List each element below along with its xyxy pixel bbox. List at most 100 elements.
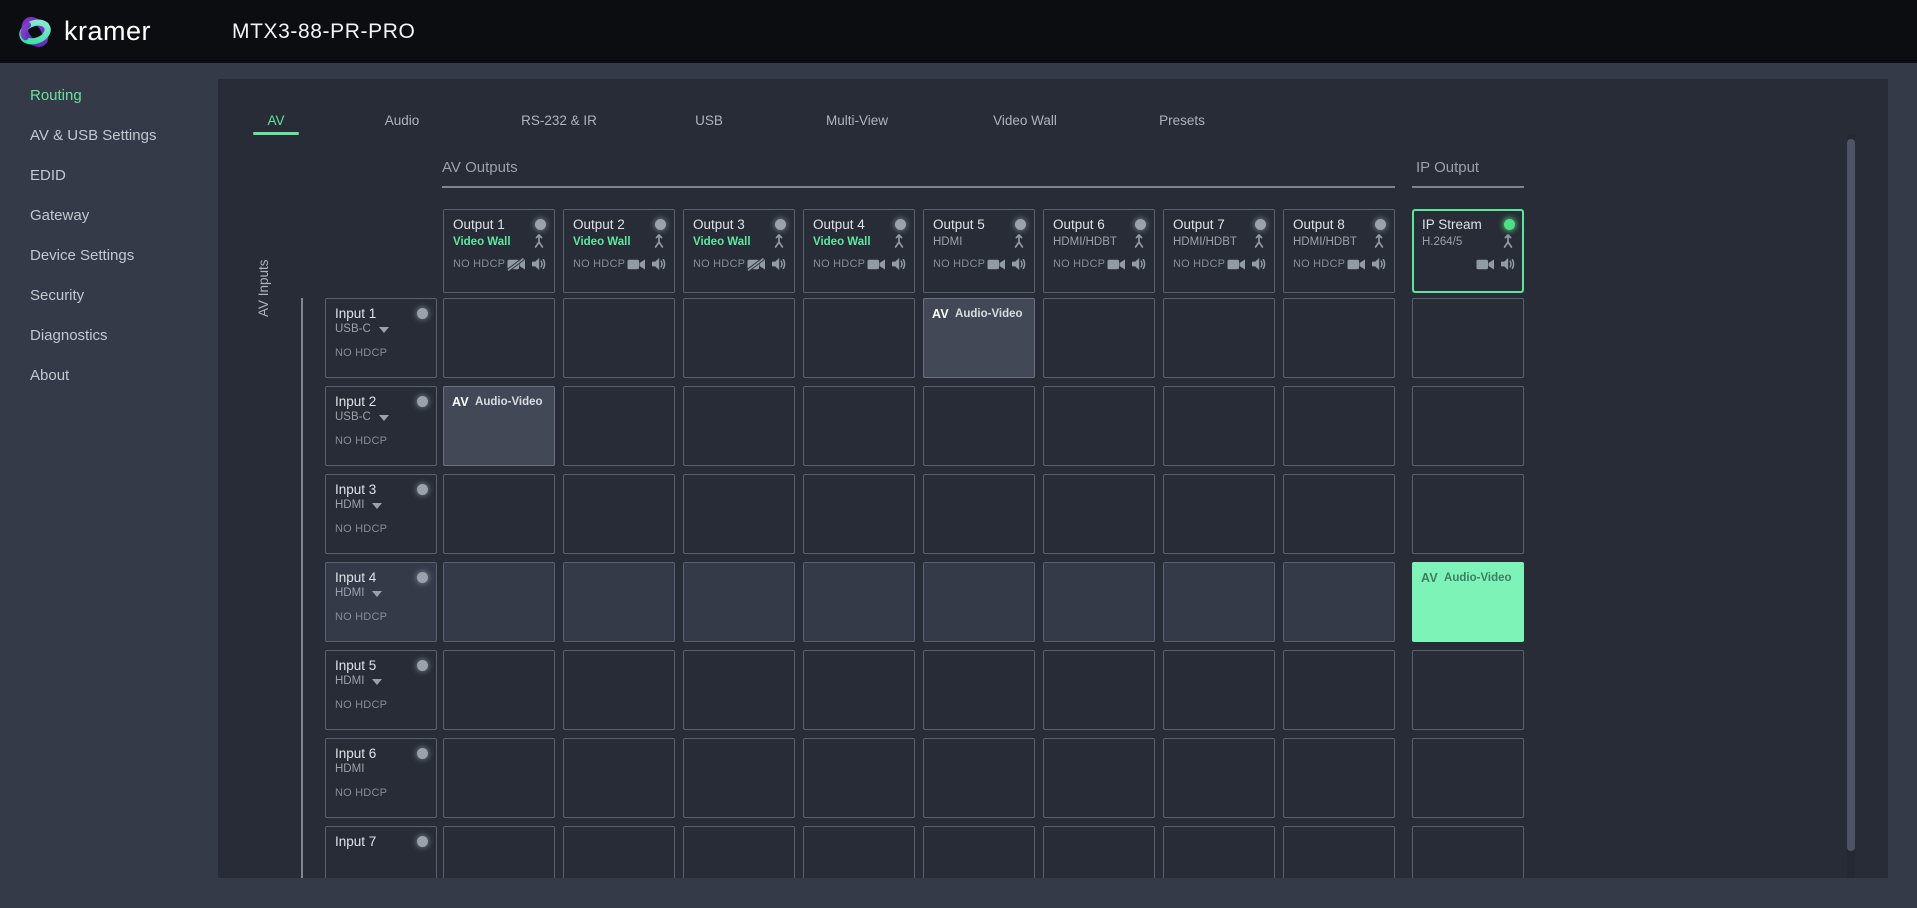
matrix-cell[interactable] (683, 298, 795, 378)
scrollbar-thumb[interactable] (1847, 139, 1855, 851)
matrix-cell-ip[interactable] (1412, 650, 1524, 730)
input-connector-select[interactable]: HDMI (335, 762, 428, 775)
audio-mute-toggle-icon[interactable] (1371, 257, 1386, 271)
matrix-cell[interactable] (1163, 298, 1275, 378)
matrix-cell[interactable] (563, 738, 675, 818)
matrix-cell[interactable] (923, 738, 1035, 818)
matrix-cell[interactable] (683, 474, 795, 554)
input-card[interactable]: Input 5 HDMI NO HDCP (325, 650, 437, 730)
matrix-cell[interactable] (443, 298, 555, 378)
matrix-cell[interactable] (683, 826, 795, 878)
tab-usb[interactable]: USB (695, 113, 723, 128)
matrix-cell[interactable] (803, 386, 915, 466)
matrix-cell[interactable] (443, 650, 555, 730)
tab-av[interactable]: AV (267, 113, 284, 128)
matrix-cell[interactable] (1163, 650, 1275, 730)
matrix-cell[interactable] (803, 474, 915, 554)
matrix-cell[interactable] (1283, 474, 1395, 554)
matrix-cell[interactable] (1283, 826, 1395, 878)
matrix-cell-ip[interactable] (1412, 298, 1524, 378)
output-card[interactable]: Output 8 HDMI/HDBT NO HDCP (1283, 209, 1395, 293)
matrix-cell[interactable] (1043, 650, 1155, 730)
output-card[interactable]: Output 7 HDMI/HDBT NO HDCP (1163, 209, 1275, 293)
matrix-cell[interactable] (1043, 298, 1155, 378)
matrix-cell[interactable] (1283, 738, 1395, 818)
matrix-cell[interactable] (1163, 826, 1275, 878)
video-mute-toggle-icon[interactable] (1107, 258, 1126, 271)
input-card[interactable]: Input 6 HDMI NO HDCP (325, 738, 437, 818)
output-card[interactable]: Output 1 Video Wall NO HDCP (443, 209, 555, 293)
matrix-cell[interactable] (803, 826, 915, 878)
matrix-cell[interactable] (1043, 826, 1155, 878)
tab-rs-232-ir[interactable]: RS-232 & IR (521, 113, 597, 128)
matrix-cell[interactable] (1043, 474, 1155, 554)
matrix-cell[interactable] (443, 738, 555, 818)
sidebar-item-diagnostics[interactable]: Diagnostics (0, 315, 218, 355)
matrix-cell[interactable] (443, 562, 555, 642)
matrix-cell[interactable] (803, 298, 915, 378)
video-mute-toggle-icon[interactable] (867, 258, 886, 271)
audio-mute-toggle-icon[interactable] (651, 257, 666, 271)
audio-mute-toggle-icon[interactable] (1251, 257, 1266, 271)
matrix-cell[interactable] (563, 474, 675, 554)
video-mute-toggle-icon[interactable] (987, 258, 1006, 271)
input-card[interactable]: Input 2 USB-C NO HDCP (325, 386, 437, 466)
matrix-cell[interactable] (1043, 386, 1155, 466)
audio-mute-toggle-icon[interactable] (771, 257, 786, 271)
matrix-cell[interactable] (1283, 562, 1395, 642)
matrix-cell[interactable] (923, 386, 1035, 466)
matrix-cell[interactable] (683, 738, 795, 818)
output-card[interactable]: Output 2 Video Wall NO HDCP (563, 209, 675, 293)
sidebar-item-av-usb-settings[interactable]: AV & USB Settings (0, 115, 218, 155)
matrix-cell[interactable] (563, 298, 675, 378)
sidebar-item-device-settings[interactable]: Device Settings (0, 235, 218, 275)
matrix-cell[interactable] (923, 562, 1035, 642)
matrix-cell[interactable] (803, 650, 915, 730)
video-mute-toggle-icon[interactable] (747, 258, 766, 271)
sidebar-item-routing[interactable]: Routing (0, 75, 218, 115)
matrix-cell[interactable] (1043, 562, 1155, 642)
routed-cell[interactable]: AVAudio-Video (443, 386, 555, 466)
matrix-cell[interactable] (1043, 738, 1155, 818)
matrix-cell[interactable] (563, 562, 675, 642)
video-mute-toggle-icon[interactable] (627, 258, 646, 271)
matrix-cell[interactable] (1163, 738, 1275, 818)
tab-presets[interactable]: Presets (1159, 113, 1205, 128)
matrix-cell[interactable] (803, 738, 915, 818)
matrix-cell[interactable] (683, 650, 795, 730)
input-connector-select[interactable]: USB-C (335, 322, 428, 335)
matrix-cell[interactable] (443, 826, 555, 878)
video-mute-toggle-icon[interactable] (1347, 258, 1366, 271)
matrix-cell[interactable] (1163, 562, 1275, 642)
audio-mute-toggle-icon[interactable] (1131, 257, 1146, 271)
active-route-cell[interactable]: AVAudio-Video (1412, 562, 1524, 642)
input-connector-select[interactable]: HDMI (335, 674, 428, 687)
matrix-cell[interactable] (563, 650, 675, 730)
video-mute-toggle-icon[interactable] (1227, 258, 1246, 271)
matrix-cell[interactable] (923, 474, 1035, 554)
matrix-cell[interactable] (1163, 386, 1275, 466)
matrix-cell[interactable] (563, 826, 675, 878)
tab-video-wall[interactable]: Video Wall (993, 113, 1057, 128)
matrix-cell[interactable] (803, 562, 915, 642)
tab-multi-view[interactable]: Multi-View (826, 113, 888, 128)
ip-stream-card[interactable]: IP Stream H.264/5 (1412, 209, 1524, 293)
input-card[interactable]: Input 3 HDMI NO HDCP (325, 474, 437, 554)
matrix-cell[interactable] (1163, 474, 1275, 554)
matrix-cell[interactable] (1283, 298, 1395, 378)
output-card[interactable]: Output 4 Video Wall NO HDCP (803, 209, 915, 293)
matrix-cell[interactable] (923, 826, 1035, 878)
audio-mute-toggle-icon[interactable] (531, 257, 546, 271)
matrix-cell[interactable] (563, 386, 675, 466)
matrix-cell[interactable] (443, 474, 555, 554)
matrix-cell[interactable] (683, 562, 795, 642)
matrix-cell-ip[interactable] (1412, 474, 1524, 554)
matrix-cell[interactable] (923, 650, 1035, 730)
matrix-cell-ip[interactable] (1412, 826, 1524, 878)
output-card[interactable]: Output 3 Video Wall NO HDCP (683, 209, 795, 293)
input-connector-select[interactable]: HDMI (335, 586, 428, 599)
matrix-cell-ip[interactable] (1412, 738, 1524, 818)
tab-audio[interactable]: Audio (385, 113, 420, 128)
sidebar-item-gateway[interactable]: Gateway (0, 195, 218, 235)
input-connector-select[interactable]: USB-C (335, 410, 428, 423)
